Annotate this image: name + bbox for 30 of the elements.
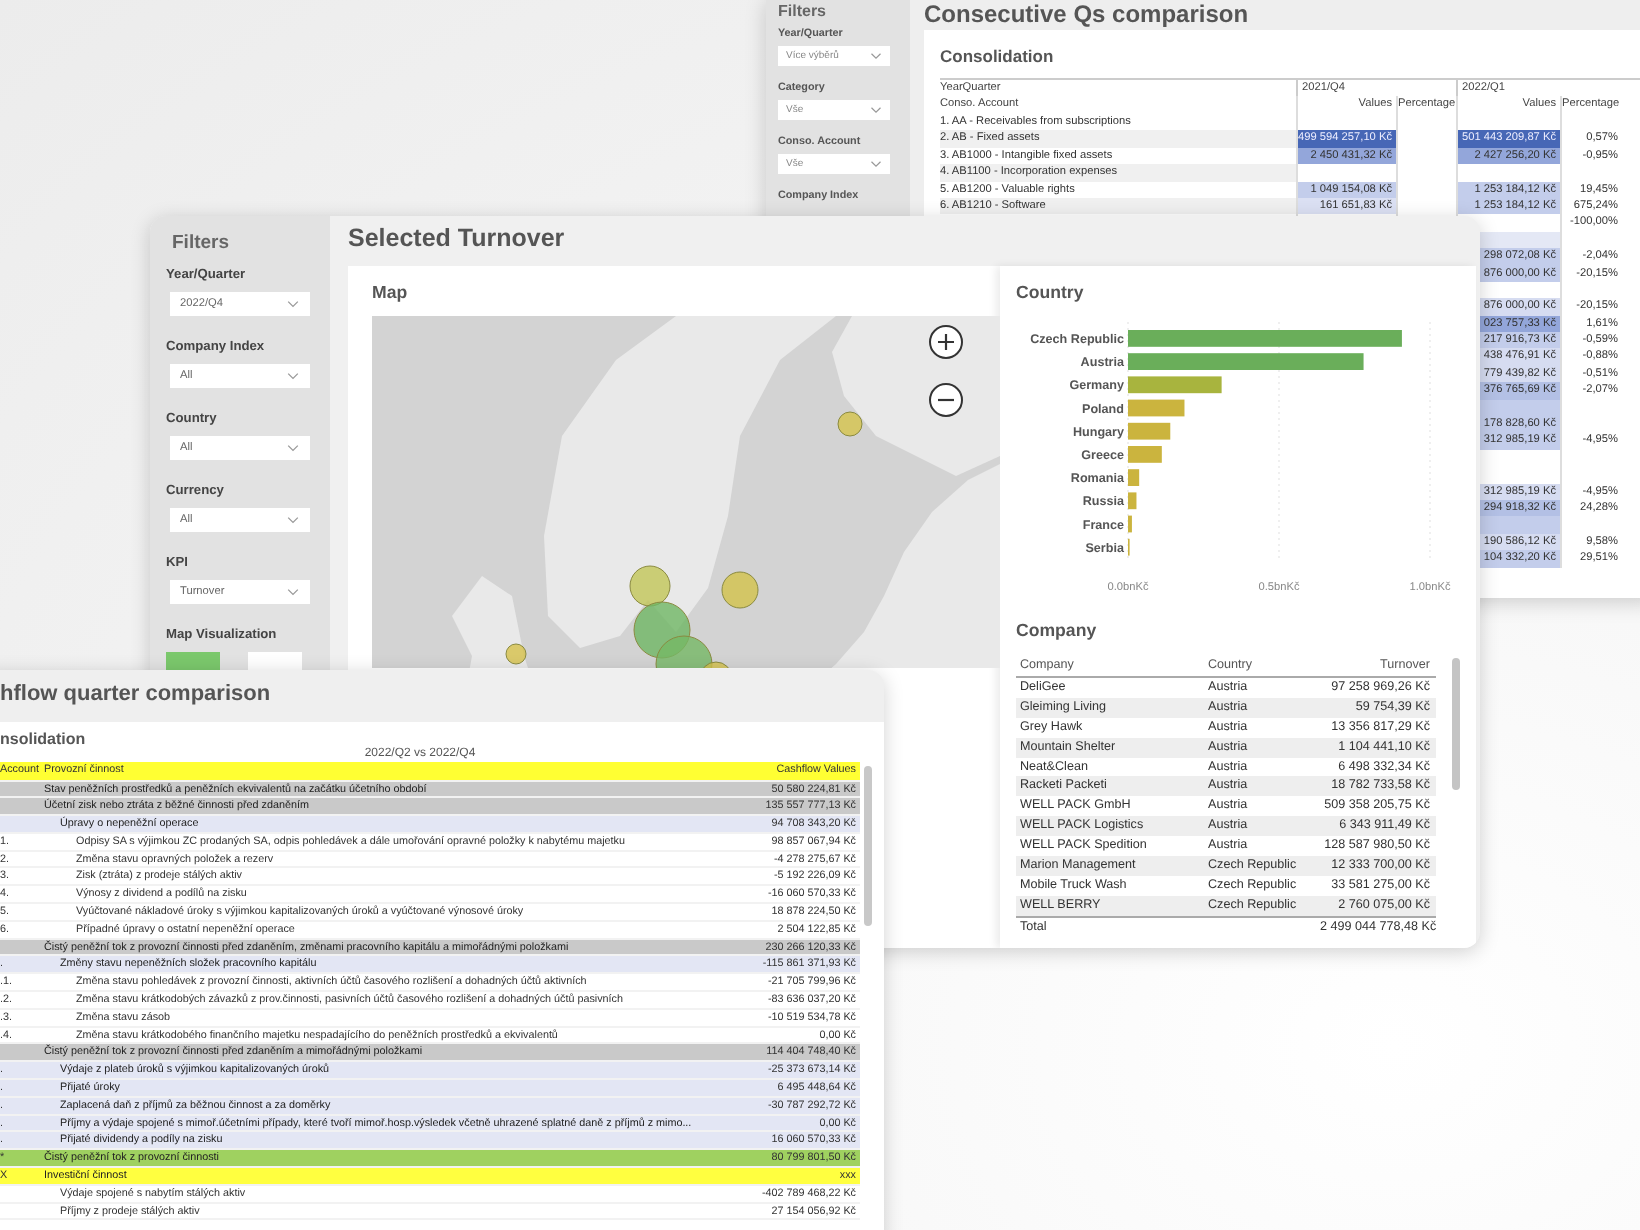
card-title: Country [1016,282,1086,304]
page-title: hflow quarter comparison [0,680,273,710]
chevron-icon [286,516,300,524]
toggle-option[interactable] [248,652,302,672]
card-title: Map [372,282,410,304]
bar [1128,469,1140,486]
filters-title: Filters [170,232,232,254]
chevron-icon [286,300,300,308]
scrollbar[interactable] [864,766,872,926]
scrollbar[interactable] [1452,658,1460,790]
page-title: Selected Turnover [348,224,567,256]
bar [1128,446,1162,463]
zoom-in-button[interactable] [928,324,964,360]
bar [1128,492,1137,510]
filters-title: Filters [778,2,829,20]
bar [1128,376,1222,394]
bar [1128,399,1185,417]
card-title: nsolidation [0,730,88,748]
chevron-icon [870,52,882,60]
card-title: Consolidation [940,46,1056,66]
card-title: Company [1016,620,1099,642]
zoom-out-button[interactable] [928,382,964,418]
chevron-icon [870,106,882,114]
chevron-icon [286,588,300,596]
chevron-icon [870,160,882,168]
toggle-option[interactable] [166,652,220,672]
chevron-icon [286,444,300,452]
chevron-icon [286,372,300,380]
page-title: Consecutive Qs comparison [924,0,1251,28]
bar [1128,422,1171,440]
